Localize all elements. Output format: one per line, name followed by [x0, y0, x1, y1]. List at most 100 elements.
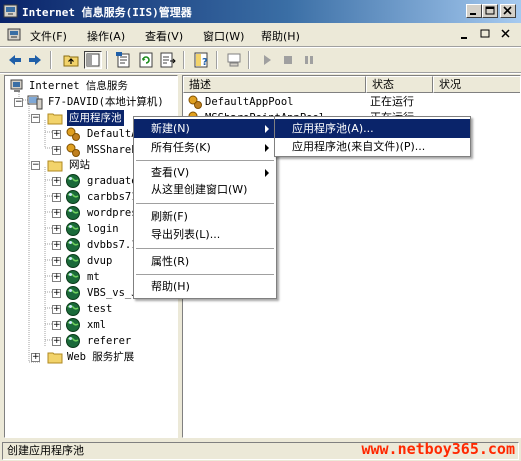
- toolbar-divider: [0, 72, 521, 74]
- toolbar-separator: [106, 51, 108, 69]
- menu-help[interactable]: 帮助(H): [261, 28, 300, 44]
- menu-item-label: 帮助(H): [151, 280, 190, 293]
- stop-icon[interactable]: [279, 51, 297, 69]
- expand-toggle[interactable]: +: [52, 240, 61, 250]
- child-restore-icon[interactable]: [480, 29, 490, 38]
- submenu-arrow-icon: [265, 169, 269, 177]
- expand-toggle[interactable]: +: [52, 272, 61, 282]
- context-menu: 新建(N) 所有任务(K) 查看(V) 从这里创建窗口(W) 刷新(F) 导出列…: [133, 116, 277, 299]
- tree-label: Web 服务扩展: [67, 351, 135, 363]
- toolbar-separator: [50, 51, 52, 69]
- up-folder-icon[interactable]: [62, 51, 80, 69]
- expand-toggle[interactable]: +: [52, 304, 61, 314]
- expand-toggle[interactable]: +: [52, 320, 61, 330]
- minimize-button[interactable]: [466, 4, 482, 18]
- watermark: www.netboy365.com: [361, 440, 515, 458]
- menu-item-app-pool[interactable]: 应用程序池(A)...: [275, 119, 470, 138]
- menu-item-label: 应用程序池(来自文件)(P)...: [292, 140, 426, 153]
- computer-icon[interactable]: [225, 51, 243, 69]
- tree-label: xml: [87, 319, 106, 331]
- menu-action[interactable]: 操作(A): [87, 28, 125, 44]
- collapse-toggle[interactable]: −: [31, 113, 40, 123]
- menu-item-label: 所有任务(K): [151, 141, 211, 154]
- close-button[interactable]: [500, 4, 516, 18]
- expand-toggle[interactable]: +: [52, 145, 61, 155]
- collapse-toggle[interactable]: −: [14, 97, 23, 107]
- console-icon[interactable]: [6, 27, 22, 43]
- menu-item-label: 新建(N): [151, 122, 190, 135]
- child-window-controls[interactable]: [457, 28, 517, 42]
- menu-item-label: 刷新(F): [151, 210, 188, 223]
- folder-icon: [47, 352, 63, 364]
- row-name: DefaultAppPool: [205, 96, 294, 108]
- pause-icon[interactable]: [300, 51, 318, 69]
- expand-toggle[interactable]: +: [52, 129, 61, 139]
- expand-toggle[interactable]: +: [52, 256, 61, 266]
- menu-view[interactable]: 查看(V): [145, 28, 183, 44]
- menu-item-help[interactable]: 帮助(H): [134, 277, 276, 296]
- title-bar[interactable]: Internet 信息服务(IIS)管理器: [0, 0, 521, 23]
- expand-toggle[interactable]: +: [52, 176, 61, 186]
- table-row[interactable]: DefaultAppPool 正在运行: [187, 94, 517, 110]
- globe-icon: [66, 238, 80, 252]
- tree-label: graduate: [87, 175, 138, 187]
- tree-item-web-ext[interactable]: + Web 服务扩展: [5, 349, 175, 365]
- globe-icon: [66, 254, 80, 268]
- expand-toggle[interactable]: +: [52, 288, 61, 298]
- back-arrow-icon[interactable]: [6, 51, 24, 69]
- menu-item-label: 应用程序池(A)...: [292, 122, 374, 135]
- export-list-icon[interactable]: [159, 51, 177, 69]
- tree-label: wordpres: [87, 207, 138, 219]
- tree-item-server[interactable]: − F7-DAVID(本地计算机): [5, 94, 175, 110]
- menu-file[interactable]: 文件(F): [30, 28, 67, 44]
- expand-toggle[interactable]: +: [52, 208, 61, 218]
- row-status: 正在运行: [370, 95, 414, 108]
- play-icon[interactable]: [258, 51, 276, 69]
- column-header-status[interactable]: 状态: [366, 76, 433, 93]
- tree-item-site[interactable]: + test: [5, 301, 175, 317]
- help-icon[interactable]: ?: [193, 51, 211, 69]
- tree-label: 网站: [69, 159, 90, 171]
- column-header-condition[interactable]: 状况: [433, 76, 520, 93]
- expand-toggle[interactable]: +: [52, 224, 61, 234]
- globe-icon: [66, 318, 80, 332]
- collapse-toggle[interactable]: −: [31, 160, 40, 170]
- menu-window[interactable]: 窗口(W): [203, 28, 244, 44]
- child-close-icon[interactable]: [501, 29, 510, 38]
- tree-label: Internet 信息服务: [29, 80, 128, 92]
- menu-item-export-list[interactable]: 导出列表(L)...: [134, 225, 276, 244]
- toolbar-separator: [248, 51, 250, 69]
- properties-icon[interactable]: [115, 51, 133, 69]
- tree-item-root[interactable]: Internet 信息服务: [5, 78, 175, 94]
- app-pool-icon: [66, 143, 80, 157]
- tree-label: test: [87, 303, 113, 315]
- expand-toggle[interactable]: +: [52, 336, 61, 346]
- menu-item-properties[interactable]: 属性(R): [134, 252, 276, 271]
- tree-pane-icon: [86, 53, 100, 67]
- tree-item-site[interactable]: + referer: [5, 333, 175, 349]
- column-header-description[interactable]: 描述: [183, 76, 366, 93]
- menu-item-new[interactable]: 新建(N): [134, 119, 276, 138]
- tree-label: MSShareP: [87, 144, 138, 156]
- show-tree-button[interactable]: [84, 51, 102, 69]
- submenu-arrow-icon: [265, 125, 269, 133]
- tree-label: mt: [87, 271, 100, 283]
- tree-label: VBS_vs_J: [87, 287, 138, 299]
- tree-item-site[interactable]: + xml: [5, 317, 175, 333]
- expand-toggle[interactable]: +: [31, 352, 40, 362]
- menu-item-app-pool-from-file[interactable]: 应用程序池(来自文件)(P)...: [275, 137, 470, 156]
- refresh-icon[interactable]: [137, 51, 155, 69]
- menu-item-label: 导出列表(L)...: [151, 228, 221, 241]
- expand-toggle[interactable]: +: [52, 192, 61, 202]
- app-pool-icon: [188, 95, 202, 109]
- child-minimize-icon[interactable]: [461, 37, 467, 39]
- forward-arrow-icon[interactable]: [26, 51, 44, 69]
- maximize-button[interactable]: [482, 4, 498, 18]
- tree-label: F7-DAVID(本地计算机): [48, 96, 164, 108]
- menu-item-new-window[interactable]: 从这里创建窗口(W): [134, 180, 276, 199]
- menu-separator: [136, 203, 274, 204]
- globe-icon: [66, 302, 80, 316]
- menu-item-refresh[interactable]: 刷新(F): [134, 207, 276, 226]
- menu-item-all-tasks[interactable]: 所有任务(K): [134, 138, 276, 157]
- menu-item-label: 从这里创建窗口(W): [151, 183, 248, 196]
